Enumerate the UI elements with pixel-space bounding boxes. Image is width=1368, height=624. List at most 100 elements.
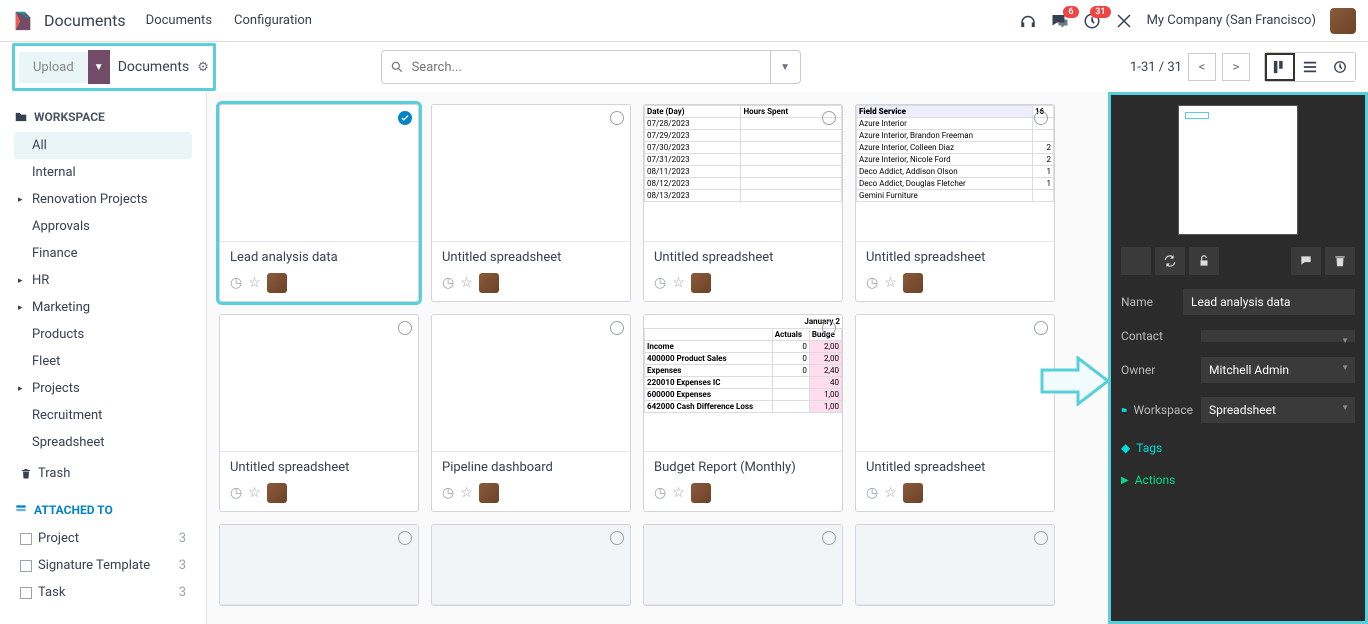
card-select-toggle[interactable] xyxy=(398,531,412,545)
card-select-toggle[interactable] xyxy=(822,111,836,125)
sidebar-item-marketing[interactable]: ▸Marketing xyxy=(14,294,192,321)
sidebar-item-all[interactable]: All xyxy=(14,132,192,159)
card-select-toggle[interactable] xyxy=(822,321,836,335)
sidebar-item-internal[interactable]: Internal xyxy=(14,159,192,186)
star-icon[interactable]: ☆ xyxy=(460,275,473,291)
messages-icon[interactable]: 6 xyxy=(1051,12,1069,30)
document-preview[interactable] xyxy=(1178,105,1298,235)
activities-icon[interactable]: 31 xyxy=(1083,12,1101,30)
star-icon[interactable]: ☆ xyxy=(884,485,897,501)
search-options-button[interactable]: ▼ xyxy=(770,51,800,83)
document-card[interactable]: Field Service16Azure InteriorAzure Inter… xyxy=(855,104,1055,302)
top-navbar: Documents Documents Configuration 6 31 M… xyxy=(0,0,1368,42)
star-icon[interactable]: ☆ xyxy=(460,485,473,501)
sidebar-item-recruitment[interactable]: Recruitment xyxy=(14,402,192,429)
play-icon: ▶ xyxy=(1121,475,1129,486)
checkbox[interactable] xyxy=(20,533,32,545)
gear-icon[interactable]: ⚙ xyxy=(197,60,209,75)
nav-configuration[interactable]: Configuration xyxy=(234,13,312,28)
lock-button[interactable] xyxy=(1189,247,1219,275)
document-card[interactable]: Date (Day)Hours Spent07/28/202307/29/202… xyxy=(643,104,843,302)
card-select-toggle[interactable] xyxy=(610,531,624,545)
sidebar-item-spreadsheet[interactable]: Spreadsheet xyxy=(14,429,192,456)
kanban-view-button[interactable] xyxy=(1265,53,1295,81)
sidebar-item-approvals[interactable]: Approvals xyxy=(14,213,192,240)
attached-item-project[interactable]: Project3 xyxy=(14,525,192,552)
owner-avatar xyxy=(691,483,711,503)
checkbox[interactable] xyxy=(20,560,32,572)
card-select-toggle[interactable] xyxy=(822,531,836,545)
upload-button[interactable]: Upload xyxy=(19,52,88,83)
trash-item[interactable]: Trash xyxy=(14,460,192,487)
chatter-button[interactable] xyxy=(1291,247,1321,275)
owner-avatar xyxy=(479,273,499,293)
card-select-toggle[interactable] xyxy=(398,321,412,335)
card-title: Budget Report (Monthly) xyxy=(654,460,832,475)
search-box[interactable]: ▼ xyxy=(381,50,801,84)
sidebar-item-projects[interactable]: ▸Projects xyxy=(14,375,192,402)
card-select-toggle[interactable] xyxy=(398,111,412,125)
replace-button[interactable] xyxy=(1155,247,1185,275)
card-title: Pipeline dashboard xyxy=(442,460,620,475)
card-thumbnail: Field Service16Azure InteriorAzure Inter… xyxy=(856,105,1054,242)
activity-view-button[interactable] xyxy=(1325,53,1355,81)
attached-item-task[interactable]: Task3 xyxy=(14,579,192,606)
star-icon[interactable]: ☆ xyxy=(248,275,261,291)
list-view-button[interactable] xyxy=(1295,53,1325,81)
card-thumbnail xyxy=(432,525,630,605)
search-input[interactable] xyxy=(412,60,770,75)
app-logo[interactable] xyxy=(12,10,34,32)
clock-icon: ◷ xyxy=(654,275,666,291)
tag-icon: ◆ xyxy=(1121,441,1130,455)
card-select-toggle[interactable] xyxy=(610,111,624,125)
clock-icon: ◷ xyxy=(230,275,242,291)
delete-button[interactable] xyxy=(1325,247,1355,275)
card-select-toggle[interactable] xyxy=(1034,321,1048,335)
star-icon[interactable]: ☆ xyxy=(672,485,685,501)
document-card[interactable]: January 2ActualsBudgeIncome02,00400000 P… xyxy=(643,314,843,512)
card-select-toggle[interactable] xyxy=(1034,531,1048,545)
document-card[interactable]: Lead analysis data◷☆ xyxy=(219,104,419,302)
workspace-field[interactable]: Spreadsheet xyxy=(1201,397,1355,423)
attached-item-signature-template[interactable]: Signature Template3 xyxy=(14,552,192,579)
clock-icon: ◷ xyxy=(230,485,242,501)
pager-next-button[interactable]: > xyxy=(1222,53,1250,81)
document-card[interactable]: Pipeline dashboard◷☆ xyxy=(431,314,631,512)
pager-prev-button[interactable]: < xyxy=(1188,53,1216,81)
sidebar-item-finance[interactable]: Finance xyxy=(14,240,192,267)
name-field[interactable] xyxy=(1183,289,1355,315)
actions-section[interactable]: ▶ Actions xyxy=(1121,473,1355,487)
company-selector[interactable]: My Company (San Francisco) xyxy=(1147,13,1316,28)
card-select-toggle[interactable] xyxy=(1034,111,1048,125)
document-card[interactable]: Untitled spreadsheet◷☆ xyxy=(855,314,1055,512)
document-card[interactable] xyxy=(431,524,631,606)
document-card[interactable]: Untitled spreadsheet◷☆ xyxy=(219,314,419,512)
document-card[interactable] xyxy=(855,524,1055,606)
card-thumbnail xyxy=(220,105,418,242)
star-icon[interactable]: ☆ xyxy=(672,275,685,291)
download-button[interactable] xyxy=(1121,247,1151,275)
search-icon xyxy=(390,60,404,74)
sidebar-item-renovation-projects[interactable]: ▸Renovation Projects xyxy=(14,186,192,213)
owner-field[interactable]: Mitchell Admin xyxy=(1201,357,1355,383)
clock-icon: ◷ xyxy=(866,275,878,291)
checkbox[interactable] xyxy=(20,587,32,599)
tools-icon[interactable] xyxy=(1115,12,1133,30)
contact-field[interactable] xyxy=(1201,330,1355,342)
document-card[interactable] xyxy=(643,524,843,606)
messages-badge: 6 xyxy=(1063,6,1078,18)
upload-dropdown-button[interactable]: ▼ xyxy=(88,50,110,84)
tags-section[interactable]: ◆ Tags xyxy=(1121,441,1355,455)
document-card[interactable] xyxy=(219,524,419,606)
user-avatar[interactable] xyxy=(1330,8,1356,34)
document-card[interactable]: Untitled spreadsheet◷☆ xyxy=(431,104,631,302)
support-icon[interactable] xyxy=(1019,12,1037,30)
star-icon[interactable]: ☆ xyxy=(884,275,897,291)
card-select-toggle[interactable] xyxy=(610,321,624,335)
trash-icon xyxy=(20,468,32,480)
star-icon[interactable]: ☆ xyxy=(248,485,261,501)
sidebar-item-products[interactable]: Products xyxy=(14,321,192,348)
sidebar-item-hr[interactable]: ▸HR xyxy=(14,267,192,294)
nav-documents[interactable]: Documents xyxy=(146,13,212,28)
sidebar-item-fleet[interactable]: Fleet xyxy=(14,348,192,375)
